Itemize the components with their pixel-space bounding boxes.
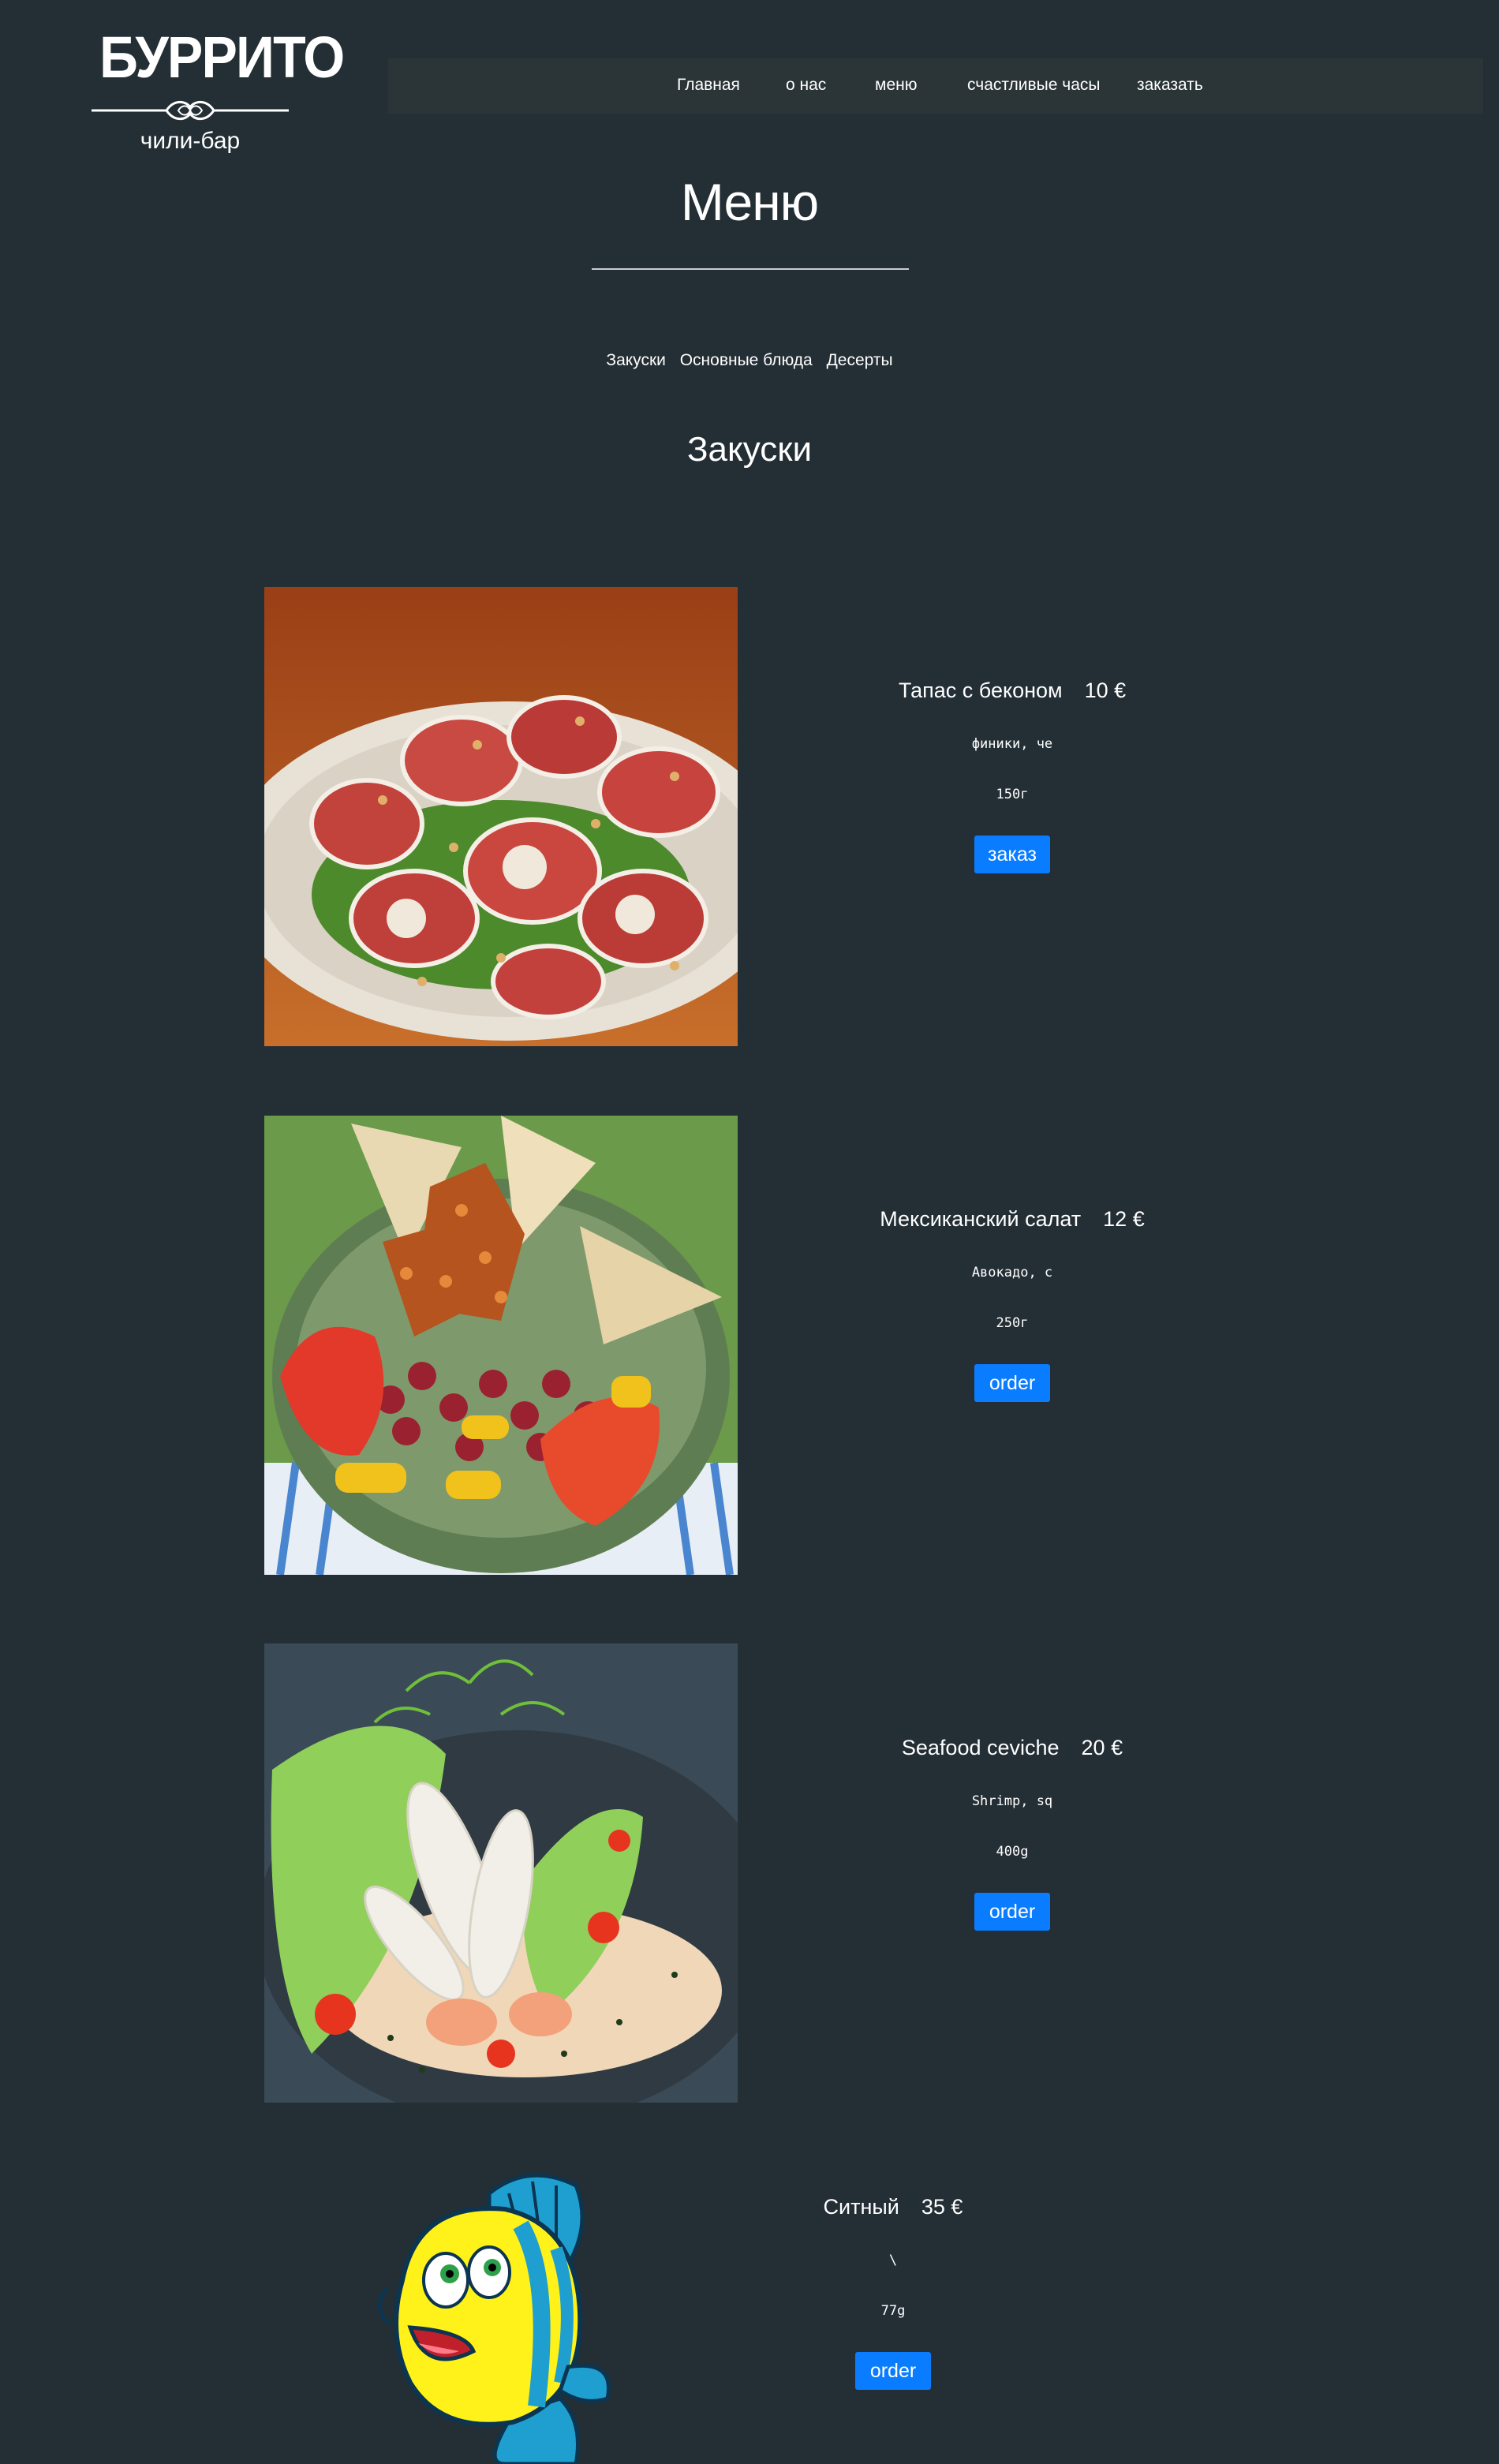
dish-header: Seafood ceviche 20 € [776,1736,1249,1760]
title-divider [592,268,909,270]
dish-image-mexican-salad [264,1116,738,1575]
dish-image-ceviche [264,1643,738,2103]
dish-header: Тапас с беконом 10 € [776,679,1249,703]
dish-weight: 250г [996,1315,1029,1331]
dish-card: Тапас с беконом 10 € финики, че 150г зака… [776,679,1249,873]
dish-image-cartoon-fish [371,2162,623,2464]
dish-card: Мексиканский салат 12 € Авокадо, с 250г o… [776,1207,1249,1402]
order-button[interactable]: order [855,2352,931,2390]
dish-weight: 77g [880,2303,906,2319]
dish-price: 12 € [1103,1207,1145,1231]
dish-name: Ситный [823,2195,899,2219]
page-title: Меню [680,173,819,231]
nav-home[interactable]: Главная [677,76,740,95]
dish-price: 10 € [1084,679,1127,702]
dish-weight: 400g [996,1844,1029,1860]
dish-header: Ситный 35 € [656,2195,1130,2219]
tab-desserts[interactable]: Десерты [827,351,893,369]
dish-description: Авокадо, с [971,1265,1053,1281]
dish-price: 20 € [1081,1736,1123,1759]
nav-happy-hours[interactable]: счастливые часы [967,76,1101,95]
order-button[interactable]: order [974,1893,1050,1931]
dish-name: Мексиканский салат [880,1207,1082,1231]
logo-subtitle: чили-бар [140,128,241,154]
dish-name: Seafood ceviche [901,1736,1060,1759]
logo-title: БУРРИТО [99,24,345,90]
dish-description: финики, че [971,736,1053,752]
dish-name: Тапас с беконом [898,679,1063,702]
dish-card: Seafood ceviche 20 € Shrimp, sq 400g orde… [776,1736,1249,1931]
category-tabs: Закуски Основные блюда Десерты [0,351,1499,370]
order-button[interactable]: заказ [974,836,1050,873]
navbar: Главная о нас меню счастливые часы заказ… [388,58,1483,114]
section-title: Закуски [686,430,813,469]
tab-appetizers[interactable]: Закуски [606,351,665,369]
dish-image-bacon-rolls [264,587,738,1046]
ornament-divider-icon [92,100,289,121]
tab-main-courses[interactable]: Основные блюда [680,351,813,369]
dish-price: 35 € [921,2195,963,2219]
logo[interactable]: БУРРИТО чили-бар [92,22,345,155]
nav-menu[interactable]: меню [875,76,917,95]
nav-about[interactable]: о нас [786,76,826,95]
nav-order[interactable]: заказать [1137,76,1203,95]
dish-description: Shrimp, sq [971,1793,1053,1809]
dish-header: Мексиканский салат 12 € [776,1207,1249,1232]
dish-description: \ [888,2253,898,2268]
dish-card: Ситный 35 € \ 77g order [656,2195,1130,2390]
order-button[interactable]: order [974,1364,1050,1402]
dish-weight: 150г [996,787,1029,802]
